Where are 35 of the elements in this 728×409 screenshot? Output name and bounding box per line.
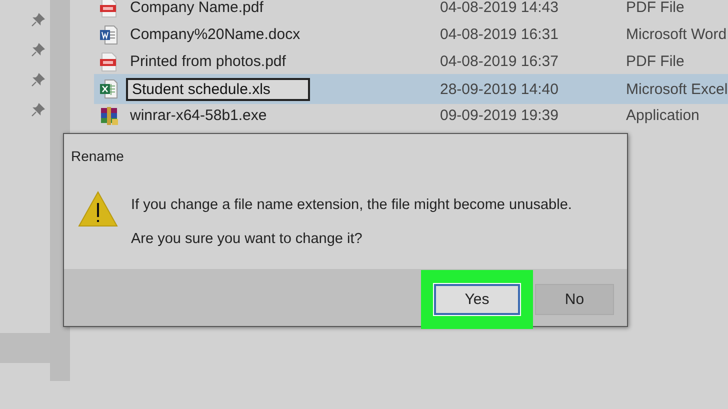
file-name: Company Name.pdf — [130, 0, 264, 16]
confirm-question: Are you sure you want to change it? — [131, 231, 364, 247]
file-row[interactable]: Student schedule.xls 28-09-2019 14:40 Microsoft Excel — [94, 74, 728, 104]
date-modified: 04-08-2019 16:31 — [440, 26, 560, 43]
file-name: winrar-x64-58b1.exe — [130, 107, 267, 124]
file-row[interactable]: Printed from photos.pdf 04-08-2019 16:37 PDF File — [94, 48, 728, 75]
dialog-button[interactable]: Yes — [434, 284, 520, 315]
file-type: Microsoft Excel — [626, 80, 728, 98]
date-modified: 04-08-2019 16:37 — [440, 53, 560, 70]
pin-icon[interactable] — [31, 13, 45, 27]
file-row[interactable]: winrar-x64-58b1.exe 09-09-2019 19:39 Application — [94, 102, 728, 129]
pin-icon[interactable] — [31, 73, 45, 87]
pdf-file-icon — [100, 0, 118, 18]
file-row[interactable]: Company%20Name.docx 04-08-2019 16:31 Microsoft Word — [94, 21, 728, 48]
pin-icon[interactable] — [31, 103, 45, 117]
dialog-button[interactable]: No — [535, 284, 614, 315]
file-name: Printed from photos.pdf — [130, 53, 286, 70]
file-type: PDF File — [626, 0, 684, 16]
file-type: PDF File — [626, 53, 684, 70]
rename-field[interactable]: Student schedule.xls — [126, 78, 310, 100]
warning-icon — [78, 191, 118, 227]
excel-file-icon — [100, 79, 118, 99]
word-file-icon — [100, 24, 118, 44]
file-row[interactable]: Company Name.pdf 04-08-2019 14:43 PDF File — [94, 0, 728, 21]
file-name: Company%20Name.docx — [130, 26, 300, 43]
pin-icon[interactable] — [31, 43, 45, 57]
file-type: Microsoft Word — [626, 26, 727, 43]
dialog-title: Rename — [70, 147, 125, 166]
archive-icon — [100, 106, 118, 126]
warning-message: If you change a file name extension, the file might become unusable. — [131, 197, 572, 213]
date-modified: 04-08-2019 14:43 — [440, 0, 560, 16]
pdf-file-icon — [100, 52, 118, 72]
date-modified: 28-09-2019 14:40 — [440, 80, 560, 98]
date-modified: 09-09-2019 19:39 — [440, 107, 560, 124]
file-type: Application — [626, 107, 700, 124]
